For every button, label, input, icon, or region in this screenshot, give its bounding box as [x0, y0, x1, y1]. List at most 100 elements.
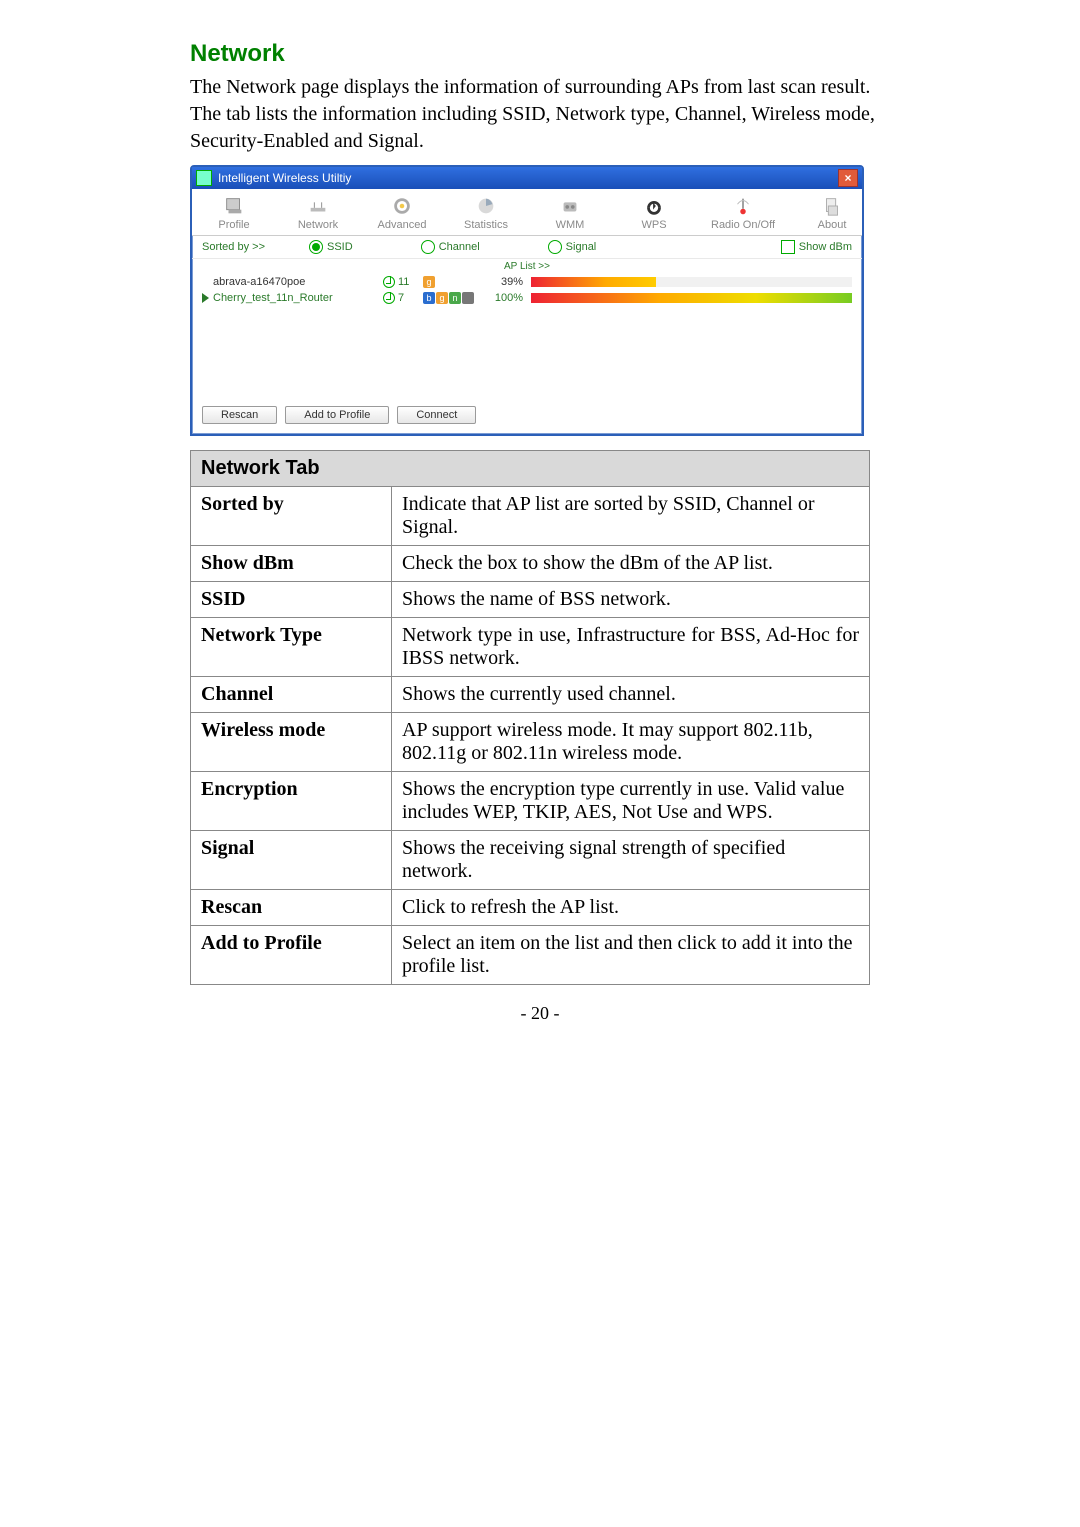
radio-icon [730, 195, 756, 217]
tab-statistics[interactable]: Statistics [444, 189, 528, 235]
tab-wmm[interactable]: WMM [528, 189, 612, 235]
ap-row[interactable]: abrava-a16470poe 11 g 39% [202, 274, 852, 290]
ap-ssid: abrava-a16470poe [213, 276, 383, 288]
table-row: Signal Shows the receiving signal streng… [191, 831, 870, 890]
button-bar: Rescan Add to Profile Connect [192, 400, 862, 434]
show-dbm-toggle[interactable]: Show dBm [767, 240, 852, 254]
intro-paragraph: The Network page displays the informatio… [190, 74, 890, 155]
sort-label: Signal [566, 241, 597, 253]
sort-channel[interactable]: Channel [407, 240, 480, 254]
row-key: Network Type [191, 618, 392, 677]
ap-percent: 39% [483, 276, 523, 288]
row-key: Encryption [191, 772, 392, 831]
row-val: Indicate that AP list are sorted by SSID… [392, 487, 870, 546]
window-title: Intelligent Wireless Utiltiy [218, 171, 351, 185]
row-val: AP support wireless mode. It may support… [392, 713, 870, 772]
ap-channel: 11 [383, 276, 423, 288]
tab-network[interactable]: Network [276, 189, 360, 235]
tab-label: Advanced [362, 219, 442, 231]
sort-ssid[interactable]: SSID [295, 240, 353, 254]
row-key: SSID [191, 582, 392, 618]
table-row: Show dBm Check the box to show the dBm o… [191, 546, 870, 582]
tab-label: Profile [194, 219, 274, 231]
tab-wps[interactable]: WPS [612, 189, 696, 235]
tab-radio[interactable]: Radio On/Off [696, 189, 790, 235]
sort-row: Sorted by >> SSID Channel Signal Show dB… [192, 236, 862, 259]
connect-button[interactable]: Connect [397, 406, 476, 424]
app-window: Intelligent Wireless Utiltiy × Profile N… [190, 165, 864, 436]
row-key: Wireless mode [191, 713, 392, 772]
signal-bar [531, 277, 852, 287]
signal-bar [531, 293, 852, 303]
tab-label: Radio On/Off [698, 219, 788, 231]
page-number: - 20 - [190, 1003, 890, 1024]
wps-icon [641, 195, 667, 217]
table-row: Add to Profile Select an item on the lis… [191, 926, 870, 985]
row-val: Shows the currently used channel. [392, 677, 870, 713]
checkbox-icon [781, 240, 795, 254]
row-val: Shows the name of BSS network. [392, 582, 870, 618]
row-key: Show dBm [191, 546, 392, 582]
network-icon [305, 195, 331, 217]
row-key: Signal [191, 831, 392, 890]
tab-label: Network [278, 219, 358, 231]
table-row: Wireless mode AP support wireless mode. … [191, 713, 870, 772]
ap-list-label: AP List >> [192, 259, 862, 274]
ap-row[interactable]: Cherry_test_11n_Router 7 bgn 100% [202, 290, 852, 306]
row-key: Rescan [191, 890, 392, 926]
table-row: Channel Shows the currently used channel… [191, 677, 870, 713]
tab-label: WMM [530, 219, 610, 231]
tab-advanced[interactable]: Advanced [360, 189, 444, 235]
sorted-by-label: Sorted by >> [202, 241, 265, 253]
mode-g-icon: g [436, 292, 448, 304]
tab-label: Statistics [446, 219, 526, 231]
mode-sec-icon [462, 292, 474, 304]
mode-icons: g [423, 276, 483, 288]
add-to-profile-button[interactable]: Add to Profile [285, 406, 389, 424]
ap-list: abrava-a16470poe 11 g 39% Cherry_test_11… [192, 274, 862, 400]
show-dbm-label: Show dBm [799, 241, 852, 253]
ap-ssid: Cherry_test_11n_Router [213, 292, 383, 304]
radio-icon [548, 240, 562, 254]
row-val: Check the box to show the dBm of the AP … [392, 546, 870, 582]
rescan-button[interactable]: Rescan [202, 406, 277, 424]
row-val: Network type in use, Infrastructure for … [392, 618, 870, 677]
radio-icon [421, 240, 435, 254]
row-val: Shows the encryption type currently in u… [392, 772, 870, 831]
sort-label: Channel [439, 241, 480, 253]
mode-icons: bgn [423, 292, 483, 304]
row-key: Sorted by [191, 487, 392, 546]
app-icon [196, 170, 212, 186]
ap-channel: 7 [383, 292, 423, 304]
tab-about[interactable]: About [790, 189, 874, 235]
mode-b-icon: b [423, 292, 435, 304]
table-row: Encryption Shows the encryption type cur… [191, 772, 870, 831]
channel-icon [383, 276, 395, 288]
table-header: Network Tab [191, 451, 870, 487]
table-row: SSID Shows the name of BSS network. [191, 582, 870, 618]
profile-icon [221, 195, 247, 217]
row-key: Channel [191, 677, 392, 713]
selected-arrow-icon [202, 293, 209, 303]
network-tab-table: Network Tab Sorted by Indicate that AP l… [190, 450, 870, 985]
table-row: Sorted by Indicate that AP list are sort… [191, 487, 870, 546]
about-icon [819, 195, 845, 217]
row-val: Shows the receiving signal strength of s… [392, 831, 870, 890]
ap-percent: 100% [483, 292, 523, 304]
table-row: Network Type Network type in use, Infras… [191, 618, 870, 677]
radio-icon [309, 240, 323, 254]
table-row: Rescan Click to refresh the AP list. [191, 890, 870, 926]
mode-n-icon: n [449, 292, 461, 304]
sort-signal[interactable]: Signal [534, 240, 597, 254]
close-icon[interactable]: × [838, 169, 858, 187]
channel-icon [383, 292, 395, 304]
row-val: Select an item on the list and then clic… [392, 926, 870, 985]
statistics-icon [473, 195, 499, 217]
tab-label: About [792, 219, 872, 231]
advanced-icon [389, 195, 415, 217]
section-heading: Network [190, 40, 890, 68]
tab-profile[interactable]: Profile [192, 189, 276, 235]
tab-label: WPS [614, 219, 694, 231]
titlebar: Intelligent Wireless Utiltiy × [192, 167, 862, 189]
row-val: Click to refresh the AP list. [392, 890, 870, 926]
